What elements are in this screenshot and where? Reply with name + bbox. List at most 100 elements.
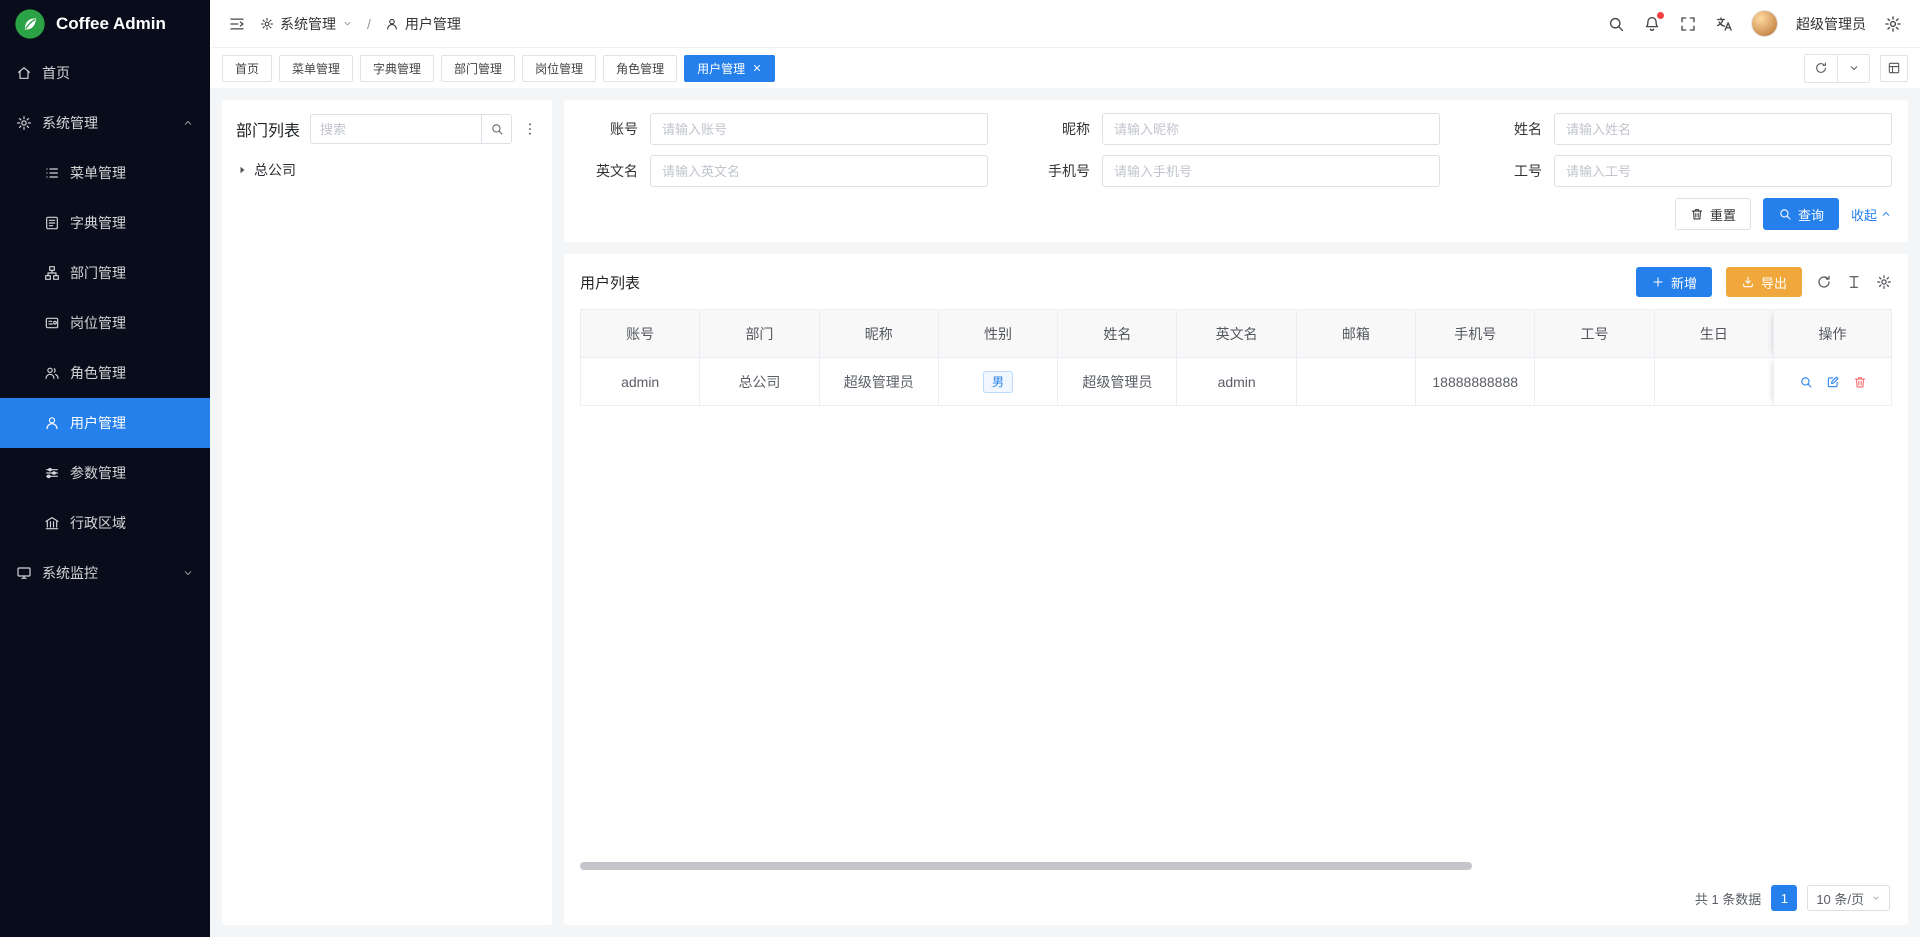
- department-panel-header: 部门列表: [236, 114, 538, 144]
- sidebar-item-home[interactable]: 首页: [0, 48, 210, 98]
- sidebar-item-dict-management[interactable]: 字典管理: [0, 198, 210, 248]
- close-icon[interactable]: [752, 63, 762, 73]
- cell-birthday: [1654, 358, 1773, 406]
- app-logo[interactable]: Coffee Admin: [0, 0, 210, 48]
- column-header: 生日: [1654, 310, 1773, 358]
- account-input[interactable]: [650, 113, 988, 145]
- sidebar-menu: 首页 系统管理 菜单管理 字典管理 部门管理 岗位管理: [0, 48, 210, 937]
- trash-icon: [1690, 207, 1704, 221]
- fullscreen-button[interactable]: [1679, 15, 1697, 33]
- breadcrumb-system[interactable]: 系统管理: [260, 14, 353, 34]
- sidebar-item-label: 参数管理: [70, 463, 126, 483]
- column-header: 工号: [1535, 310, 1654, 358]
- page-1-button[interactable]: 1: [1771, 885, 1797, 911]
- department-list-title: 部门列表: [236, 117, 300, 141]
- user-table-wrapper: 账号 部门 昵称 性别 姓名 英文名 邮箱 手机号 工号 生日: [580, 309, 1892, 876]
- column-header: 性别: [938, 310, 1057, 358]
- table-row[interactable]: admin 总公司 超级管理员 男 超级管理员 admin 1888888888…: [581, 358, 1892, 406]
- tabs-dropdown-button[interactable]: [1837, 55, 1869, 82]
- add-user-button[interactable]: 新增: [1636, 267, 1712, 297]
- tab-label: 角色管理: [616, 60, 664, 77]
- sidebar-item-label: 系统监控: [42, 563, 98, 583]
- fold-menu-icon: [228, 15, 246, 33]
- more-vertical-icon: [522, 121, 538, 137]
- horizontal-scrollbar[interactable]: [580, 862, 1472, 870]
- sidebar-item-system-management[interactable]: 系统管理: [0, 98, 210, 148]
- emp-no-input[interactable]: [1554, 155, 1892, 187]
- fullscreen-icon: [1679, 15, 1697, 33]
- search-button[interactable]: 查询: [1763, 198, 1839, 230]
- table-settings-button[interactable]: [1876, 274, 1892, 290]
- id-badge-icon: [44, 315, 60, 331]
- tree-node-root[interactable]: 总公司: [236, 158, 538, 182]
- user-avatar[interactable]: [1751, 10, 1778, 37]
- gender-tag: 男: [983, 371, 1013, 393]
- reset-button-label: 重置: [1710, 205, 1736, 224]
- chevron-up-icon: [1880, 208, 1892, 220]
- table-refresh-button[interactable]: [1816, 274, 1832, 290]
- tab-post-management[interactable]: 岗位管理: [522, 55, 596, 82]
- collapse-filters-button[interactable]: 收起: [1851, 205, 1892, 224]
- column-height-button[interactable]: [1846, 274, 1862, 290]
- sidebar-item-post-management[interactable]: 岗位管理: [0, 298, 210, 348]
- column-header: 姓名: [1058, 310, 1177, 358]
- sidebar-item-user-management[interactable]: 用户管理: [0, 398, 210, 448]
- cell-name: 超级管理员: [1058, 358, 1177, 406]
- phone-input[interactable]: [1102, 155, 1440, 187]
- tab-dict-management[interactable]: 字典管理: [360, 55, 434, 82]
- table-toolbar: 新增 导出: [1636, 267, 1892, 297]
- tab-home[interactable]: 首页: [222, 55, 272, 82]
- name-input[interactable]: [1554, 113, 1892, 145]
- filter-grid: 账号 昵称 姓名 英文名: [580, 113, 1892, 187]
- department-search-input[interactable]: [311, 122, 481, 137]
- en-name-input[interactable]: [650, 155, 988, 187]
- sidebar-item-role-management[interactable]: 角色管理: [0, 348, 210, 398]
- tab-dept-management[interactable]: 部门管理: [441, 55, 515, 82]
- collapse-sidebar-button[interactable]: [228, 15, 246, 33]
- global-search-button[interactable]: [1607, 15, 1625, 33]
- edit-row-button[interactable]: [1826, 375, 1840, 389]
- notifications-button[interactable]: [1643, 15, 1661, 33]
- tab-role-management[interactable]: 角色管理: [603, 55, 677, 82]
- caret-right-icon[interactable]: [236, 164, 248, 176]
- breadcrumb-current[interactable]: 用户管理: [385, 14, 461, 34]
- chevron-up-icon: [182, 117, 194, 129]
- nickname-input[interactable]: [1102, 113, 1440, 145]
- settings-button[interactable]: [1884, 15, 1902, 33]
- filter-field-account: 账号: [580, 113, 988, 145]
- sidebar-item-menu-management[interactable]: 菜单管理: [0, 148, 210, 198]
- department-search-box: [310, 114, 512, 144]
- filter-actions: 重置 查询 收起: [580, 198, 1892, 230]
- sidebar-item-system-monitor[interactable]: 系统监控: [0, 548, 210, 598]
- cell-emp-no: [1535, 358, 1654, 406]
- translate-button[interactable]: [1715, 15, 1733, 33]
- department-search-button[interactable]: [481, 115, 511, 143]
- row-operations: [1774, 375, 1891, 389]
- tabs-refresh-button[interactable]: [1805, 55, 1837, 82]
- field-label: 账号: [580, 119, 638, 139]
- column-height-icon: [1846, 274, 1862, 290]
- sidebar-item-label: 菜单管理: [70, 163, 126, 183]
- view-row-button[interactable]: [1799, 375, 1813, 389]
- sidebar-item-label: 岗位管理: [70, 313, 126, 333]
- content-fullscreen-button[interactable]: [1880, 55, 1908, 82]
- user-name[interactable]: 超级管理员: [1796, 14, 1866, 34]
- reset-button[interactable]: 重置: [1675, 198, 1751, 230]
- column-header: 英文名: [1177, 310, 1296, 358]
- tab-menu-management[interactable]: 菜单管理: [279, 55, 353, 82]
- department-panel: 部门列表 总公司: [222, 100, 552, 925]
- sidebar-item-param-management[interactable]: 参数管理: [0, 448, 210, 498]
- bell-icon: [1643, 15, 1661, 33]
- sidebar-item-admin-region[interactable]: 行政区域: [0, 498, 210, 548]
- translate-icon: [1715, 15, 1733, 33]
- sidebar-item-dept-management[interactable]: 部门管理: [0, 248, 210, 298]
- delete-row-button[interactable]: [1853, 375, 1867, 389]
- top-header: 系统管理 / 用户管理: [210, 0, 1920, 48]
- tab-user-management[interactable]: 用户管理: [684, 55, 775, 82]
- cell-email: [1296, 358, 1415, 406]
- tab-tools: [1804, 54, 1908, 83]
- department-more-button[interactable]: [522, 121, 538, 137]
- page-size-select[interactable]: 10 条/页: [1807, 885, 1890, 911]
- export-button[interactable]: 导出: [1726, 267, 1802, 297]
- column-header-operations: 操作: [1774, 310, 1892, 358]
